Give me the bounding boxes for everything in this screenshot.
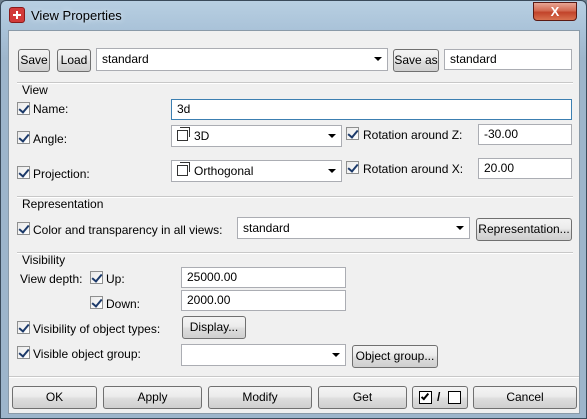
visibility-section-divider — [17, 252, 573, 254]
chevron-down-icon — [328, 169, 336, 173]
color-transparency-value: standard — [243, 221, 290, 235]
representation-section-heading: Representation — [22, 197, 104, 211]
name-input[interactable]: 3d — [171, 99, 572, 120]
object-group-label: Visible object group: — [33, 347, 141, 361]
rotation-x-checkbox[interactable] — [346, 161, 359, 174]
rotation-x-label: Rotation around X: — [363, 162, 464, 176]
settings-dropdown[interactable]: standard — [96, 48, 388, 71]
angle-dropdown[interactable]: 3D — [171, 125, 342, 147]
chevron-down-icon — [328, 134, 336, 138]
chevron-down-icon — [332, 353, 340, 357]
cube-icon — [177, 127, 190, 141]
object-group-button[interactable]: Object group... — [352, 345, 438, 368]
select-toggle-button[interactable]: / — [412, 386, 468, 409]
rotation-z-checkbox[interactable] — [346, 127, 359, 140]
view-section-heading: View — [22, 83, 48, 97]
visibility-section-heading: Visibility — [22, 253, 66, 267]
projection-dropdown[interactable]: Orthogonal — [171, 160, 342, 182]
app-icon — [9, 7, 25, 23]
apply-button[interactable]: Apply — [103, 386, 202, 409]
projection-dropdown-value: Orthogonal — [194, 164, 254, 178]
color-transparency-checkbox[interactable] — [17, 222, 30, 235]
dialog-client-area: Save Load standard Save as standard View… — [8, 30, 580, 414]
cancel-button[interactable]: Cancel — [473, 386, 577, 409]
angle-checkbox[interactable] — [17, 131, 30, 144]
angle-label: Angle: — [33, 132, 68, 146]
save-button[interactable]: Save — [18, 49, 50, 72]
object-types-checkbox[interactable] — [17, 321, 30, 334]
depth-down-input[interactable]: 2000.00 — [181, 290, 346, 311]
chevron-down-icon — [456, 226, 464, 230]
depth-up-label: Up: — [106, 272, 125, 286]
depth-up-checkbox[interactable] — [90, 271, 103, 284]
view-section-divider — [17, 82, 573, 84]
rotation-z-label: Rotation around Z: — [363, 128, 463, 142]
projection-label: Projection: — [33, 167, 90, 181]
chevron-down-icon — [374, 57, 382, 61]
view-properties-window: View Properties X Save Load standard Sav… — [0, 0, 587, 419]
object-group-dropdown[interactable] — [181, 344, 346, 366]
cube-icon — [177, 162, 190, 176]
projection-checkbox[interactable] — [17, 166, 30, 179]
ok-button[interactable]: OK — [12, 386, 97, 409]
load-button[interactable]: Load — [57, 49, 91, 72]
save-as-button[interactable]: Save as — [393, 49, 439, 72]
modify-button[interactable]: Modify — [208, 386, 312, 409]
unchecked-box-icon — [448, 391, 461, 404]
name-label: Name: — [33, 102, 69, 116]
color-transparency-dropdown[interactable]: standard — [237, 217, 470, 239]
object-group-checkbox[interactable] — [17, 346, 30, 359]
window-title: View Properties — [31, 8, 122, 23]
angle-dropdown-value: 3D — [194, 129, 210, 143]
toggle-separator: / — [437, 390, 441, 404]
rotation-x-input[interactable]: 20.00 — [478, 158, 572, 179]
footer-divider — [9, 376, 579, 378]
settings-dropdown-value: standard — [102, 52, 149, 66]
depth-down-checkbox[interactable] — [90, 296, 103, 309]
depth-down-label: Down: — [106, 297, 141, 311]
title-bar[interactable]: View Properties X — [1, 1, 586, 29]
representation-button[interactable]: Representation... — [476, 218, 572, 241]
close-button[interactable]: X — [533, 2, 577, 21]
get-button[interactable]: Get — [318, 386, 407, 409]
display-button[interactable]: Display... — [182, 316, 246, 339]
depth-up-input[interactable]: 25000.00 — [181, 267, 346, 288]
checked-box-icon — [419, 391, 432, 404]
name-checkbox[interactable] — [17, 102, 30, 115]
view-depth-label: View depth: — [20, 272, 83, 286]
object-types-label: Visibility of object types: — [33, 322, 161, 336]
rotation-z-input[interactable]: -30.00 — [478, 124, 572, 145]
color-transparency-label: Color and transparency in all views: — [33, 223, 223, 237]
save-as-name-input[interactable]: standard — [444, 49, 572, 70]
